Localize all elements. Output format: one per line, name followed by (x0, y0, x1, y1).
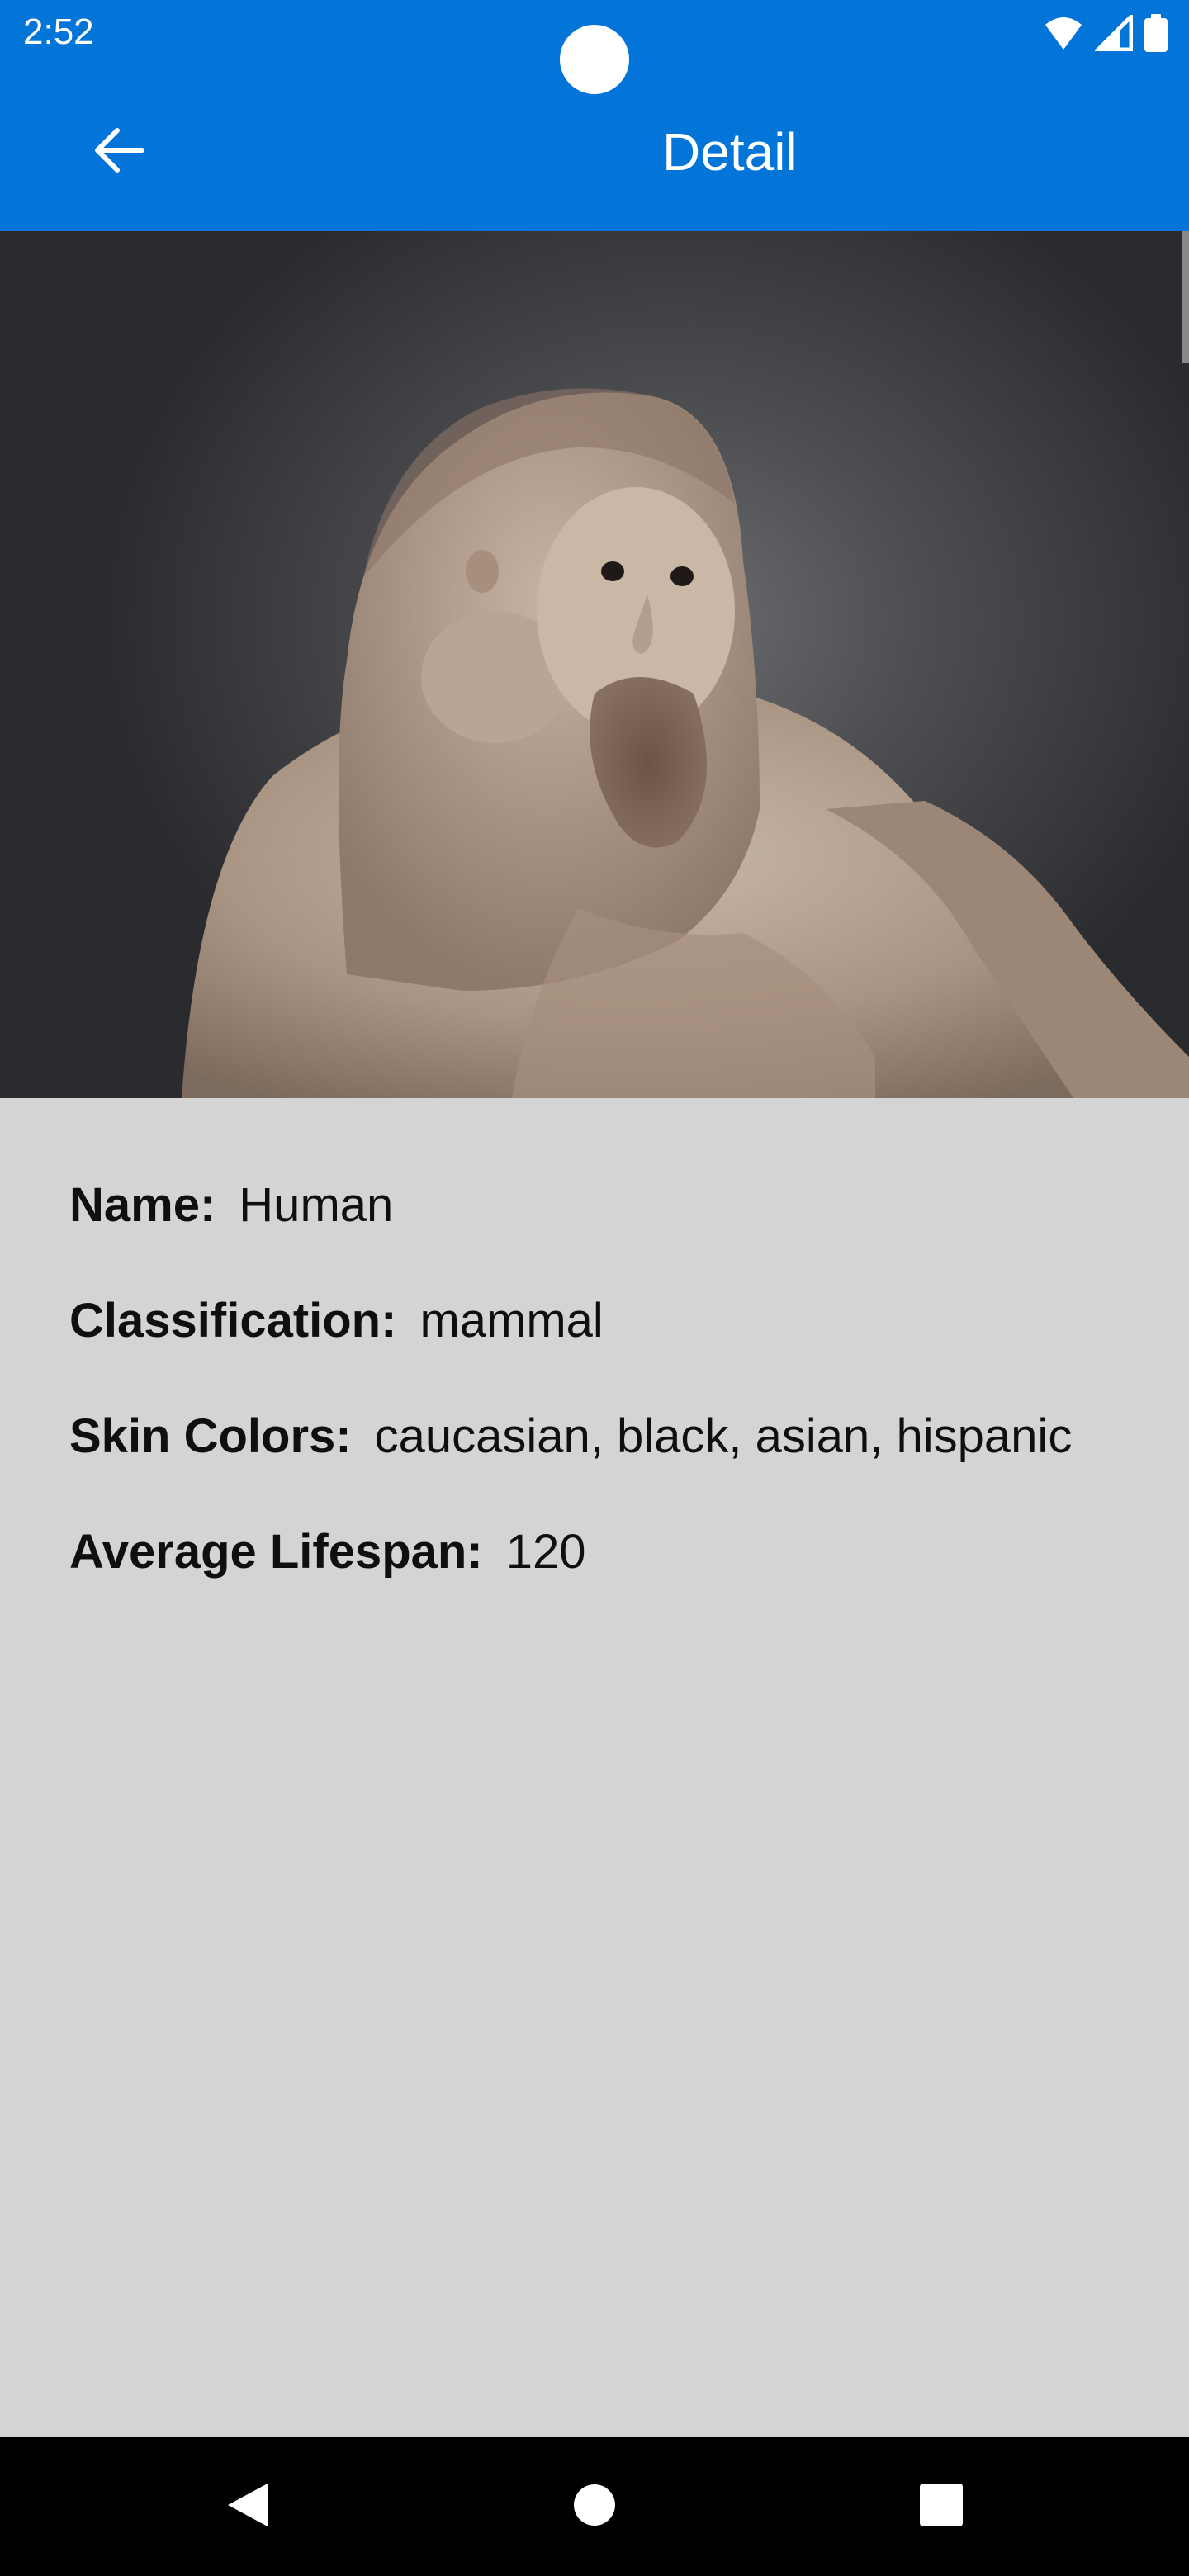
skin-colors-value: caucasian, black, asian, hispanic (374, 1409, 1073, 1463)
creature-photo (182, 231, 1189, 1098)
page-title: Detail (662, 122, 798, 182)
lifespan-label: Average Lifespan: (69, 1525, 483, 1579)
system-nav-bar (0, 2437, 1189, 2576)
battery-icon (1144, 13, 1168, 56)
hero-image (0, 231, 1189, 1098)
status-icons (1044, 11, 1168, 56)
cellular-signal-icon (1092, 11, 1134, 55)
status-time: 2:52 (23, 12, 94, 52)
camera-cutout (560, 25, 629, 94)
name-value: Human (239, 1178, 394, 1232)
detail-row-lifespan: Average Lifespan: 120 (69, 1509, 1159, 1625)
detail-list: Name: Human Classification: mammal Skin Co… (69, 1163, 1159, 1625)
detail-row-name: Name: Human (69, 1163, 1159, 1278)
detail-row-classification: Classification: mammal (69, 1278, 1159, 1394)
detail-row-skin-colors: Skin Colors: caucasian, black, asian, his… (69, 1394, 1159, 1509)
square-recents-icon (919, 2483, 964, 2531)
lifespan-value: 120 (505, 1525, 586, 1579)
nav-recents-button[interactable] (895, 2460, 988, 2553)
skin-colors-label: Skin Colors: (69, 1409, 352, 1463)
triangle-back-icon (225, 2480, 271, 2534)
app-bar: 2:52 Detail (0, 0, 1189, 231)
nav-home-button[interactable] (548, 2460, 641, 2553)
name-label: Name: (69, 1178, 216, 1232)
wifi-icon (1044, 15, 1083, 55)
classification-label: Classification: (69, 1294, 397, 1347)
classification-value: mammal (419, 1294, 604, 1347)
circle-home-icon (572, 2483, 617, 2531)
nav-back-button[interactable] (201, 2460, 294, 2553)
